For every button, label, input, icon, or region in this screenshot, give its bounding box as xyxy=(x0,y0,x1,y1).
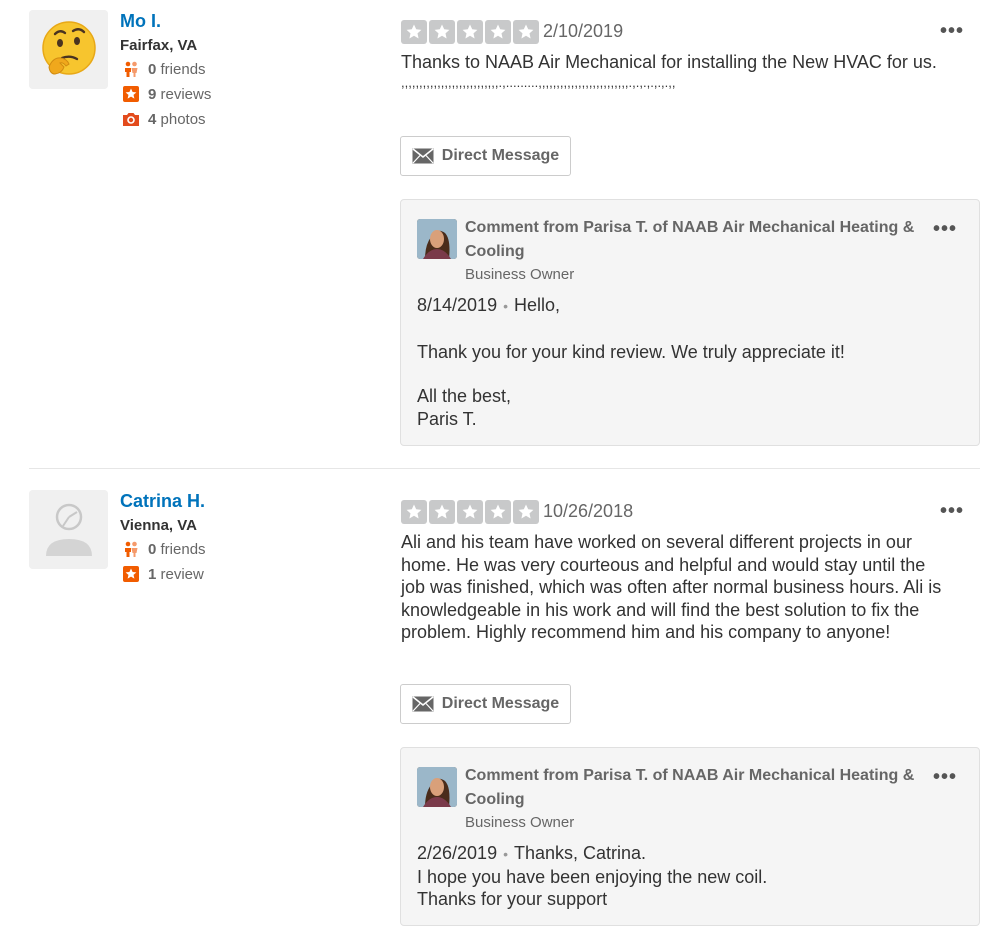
reviews-count: 1 review xyxy=(122,565,204,583)
reviews-number: 1 xyxy=(148,565,157,583)
friends-count: 0 friends xyxy=(122,60,206,78)
photos-label: photos xyxy=(160,110,206,128)
owner-comment-title: Comment from Parisa T. of NAAB Air Mecha… xyxy=(465,219,915,260)
owner-signoff: All the best, xyxy=(417,386,512,406)
user-name-link[interactable]: Catrina H. xyxy=(120,491,205,512)
owner-more-options-icon[interactable]: ••• xyxy=(933,767,957,787)
envelope-icon xyxy=(412,148,434,164)
more-options-icon[interactable]: ••• xyxy=(940,21,964,41)
star-icon xyxy=(457,500,483,524)
photos-count: 4 photos xyxy=(122,110,206,128)
reviews-label: review xyxy=(160,565,204,583)
owner-role: Business Owner xyxy=(465,814,575,831)
star-icon xyxy=(513,500,539,524)
default-user-icon xyxy=(29,490,108,569)
review-text: Thanks to NAAB Air Mechanical for instal… xyxy=(401,51,981,92)
star-rating xyxy=(401,500,539,524)
review-date: 10/26/2018 xyxy=(543,501,634,521)
owner-comment-date: 2/26/2019 xyxy=(417,843,498,863)
star-icon xyxy=(485,500,511,524)
reviews-number: 9 xyxy=(148,85,157,103)
review-text-line: home. He was very courteous and helpful … xyxy=(401,554,926,575)
direct-message-button[interactable]: Direct Message xyxy=(400,684,571,724)
owner-avatar[interactable] xyxy=(417,219,457,259)
direct-message-label: Direct Message xyxy=(441,147,560,164)
user-name-link[interactable]: Mo I. xyxy=(120,11,161,32)
friends-number: 0 xyxy=(148,60,157,78)
owner-paragraph: I hope you have been enjoying the new co… xyxy=(417,866,768,887)
review-text-line: problem. Highly recommend him and his co… xyxy=(401,622,891,642)
owner-paragraph: Thanks for your support xyxy=(417,889,608,909)
owner-comment-first-line: 2/26/2019 • Thanks, Catrina. xyxy=(417,842,967,866)
owner-role: Business Owner xyxy=(465,266,575,283)
review-text-line: knowledgeable in his work and will find … xyxy=(401,599,920,620)
review-star-icon xyxy=(123,86,139,102)
owner-photo xyxy=(417,219,457,259)
user-avatar[interactable] xyxy=(29,490,108,569)
user-avatar[interactable] xyxy=(29,10,108,89)
camera-icon xyxy=(123,113,139,126)
review-star-icon xyxy=(123,566,139,582)
owner-comment: Comment from Parisa T. of NAAB Air Mecha… xyxy=(400,747,980,926)
envelope-icon xyxy=(412,696,434,712)
reviews-label: reviews xyxy=(160,85,212,103)
review-text-line: job was finished, which was often after … xyxy=(401,577,942,597)
friends-number: 0 xyxy=(148,540,157,558)
direct-message-label: Direct Message xyxy=(441,695,560,712)
reviews-count: 9 reviews xyxy=(122,85,211,103)
review-date: 2/10/2019 xyxy=(543,21,624,41)
user-location: Vienna, VA xyxy=(120,517,197,534)
owner-paragraph: Thank you for your kind review. We truly… xyxy=(417,341,845,362)
friends-icon xyxy=(125,61,138,77)
owner-photo xyxy=(417,767,457,807)
owner-comment-first-line: 8/14/2019 • Hello, xyxy=(417,294,967,318)
owner-greeting: Thanks, Catrina. xyxy=(513,843,647,863)
owner-greeting: Hello, xyxy=(513,295,561,315)
direct-message-button[interactable]: Direct Message xyxy=(400,136,571,176)
owner-comment-text: 8/14/2019 • Hello, Thank you for your kind… xyxy=(417,294,967,430)
friends-label: friends xyxy=(160,60,206,78)
owner-comment-text: 2/26/2019 • Thanks, Catrina. I hope you ha… xyxy=(417,842,967,911)
review-text-line: Ali and his team have worked on several … xyxy=(401,532,912,552)
owner-comment-date: 8/14/2019 xyxy=(417,295,498,315)
review-text: Ali and his team have worked on several … xyxy=(401,531,981,644)
star-icon xyxy=(513,20,539,44)
owner-more-options-icon[interactable]: ••• xyxy=(933,219,957,239)
friends-icon xyxy=(125,541,138,557)
owner-signature: Paris T. xyxy=(417,408,477,429)
owner-avatar[interactable] xyxy=(417,767,457,807)
review-item: Mo I. Fairfax, VA 0 friends 9 reviews 4 … xyxy=(0,0,1000,468)
owner-comment: Comment from Parisa T. of NAAB Air Mecha… xyxy=(400,199,980,446)
friends-label: friends xyxy=(160,540,206,558)
star-rating xyxy=(401,20,539,44)
star-icon xyxy=(429,20,455,44)
review-text-line: Thanks to NAAB Air Mechanical for instal… xyxy=(401,52,937,72)
review-divider xyxy=(29,468,980,469)
star-icon xyxy=(485,20,511,44)
owner-comment-title: Comment from Parisa T. of NAAB Air Mecha… xyxy=(465,767,915,808)
star-icon xyxy=(429,500,455,524)
star-icon xyxy=(401,20,427,44)
star-icon xyxy=(457,20,483,44)
review-item: Catrina H. Vienna, VA 0 friends 1 review… xyxy=(0,470,1000,949)
separator-dot: • xyxy=(503,846,508,862)
photos-number: 4 xyxy=(148,110,157,128)
star-icon xyxy=(401,500,427,524)
friends-count: 0 friends xyxy=(122,540,206,558)
more-options-icon[interactable]: ••• xyxy=(940,501,964,521)
separator-dot: • xyxy=(503,298,508,314)
user-location: Fairfax, VA xyxy=(120,37,198,54)
review-text-line: ,,,,,,,,,,,,,,,,,,,,,,,,,,,.,.........,,… xyxy=(401,74,676,90)
thinking-face-icon xyxy=(29,10,108,89)
